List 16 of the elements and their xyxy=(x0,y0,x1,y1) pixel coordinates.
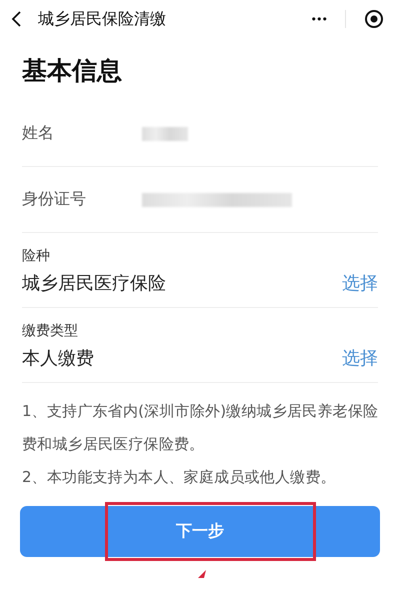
select-link[interactable]: 选择 xyxy=(342,271,378,295)
note-text: 1、支持广东省内(深圳市除外)缴纳城乡居民养老保险费和城乡居民医疗保险费。 xyxy=(22,401,380,455)
next-button[interactable]: 下一步 xyxy=(20,506,380,557)
more-button[interactable]: ••• xyxy=(310,14,327,24)
field-value: 城乡居民医疗保险 xyxy=(22,272,166,295)
arrow-icon xyxy=(198,570,208,578)
field-label: 缴费类型 xyxy=(22,322,79,340)
section-heading: 基本信息 xyxy=(22,55,123,87)
note-text: 2、本功能支持为本人、家庭成员或他人缴费。 xyxy=(22,467,337,488)
field-label: 身份证号 xyxy=(22,189,87,210)
target-icon[interactable] xyxy=(364,9,384,29)
field-label: 姓名 xyxy=(22,123,55,144)
field-label: 险种 xyxy=(22,247,51,265)
field-value: 本人缴费 xyxy=(22,347,94,370)
page-title: 城乡居民保险清缴 xyxy=(38,8,167,30)
select-link[interactable]: 选择 xyxy=(342,346,378,370)
